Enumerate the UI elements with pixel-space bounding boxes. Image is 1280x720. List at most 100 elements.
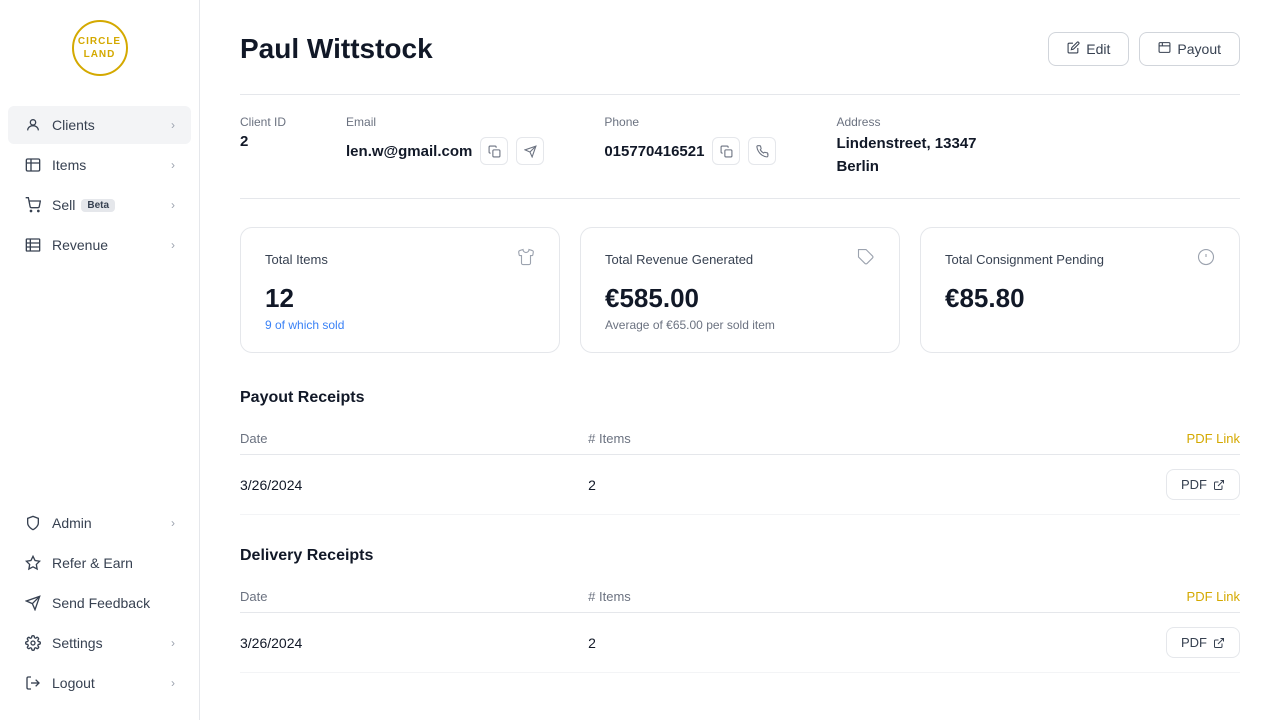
payout-receipts-section: Payout Receipts Date # Items PDF Link 3/…	[240, 389, 1240, 515]
client-id-value: 2	[240, 133, 286, 150]
edit-icon	[1067, 41, 1080, 57]
delivery-pdf-label: PDF	[1181, 635, 1207, 650]
settings-label: Settings	[52, 635, 103, 651]
delivery-receipts-title: Delivery Receipts	[240, 547, 1240, 565]
client-id-label: Client ID	[240, 115, 286, 129]
send-feedback-label: Send Feedback	[52, 595, 150, 611]
sidebar-item-clients[interactable]: Clients ›	[8, 106, 191, 144]
clients-icon	[24, 116, 42, 134]
admin-label: Admin	[52, 515, 92, 531]
payout-receipt-items: 2	[588, 455, 826, 515]
payout-receipt-date: 3/26/2024	[240, 455, 588, 515]
items-label: Items	[52, 157, 86, 173]
clients-chevron: ›	[171, 118, 175, 132]
items-icon	[24, 156, 42, 174]
admin-icon	[24, 514, 42, 532]
sell-label: Sell	[52, 197, 75, 213]
payout-label: Payout	[1177, 41, 1221, 57]
items-chevron: ›	[171, 158, 175, 172]
payout-receipt-row: 3/26/2024 2 PDF	[240, 455, 1240, 515]
settings-icon	[24, 634, 42, 652]
call-phone-button[interactable]	[748, 137, 776, 165]
send-email-button[interactable]	[516, 137, 544, 165]
payout-receipts-title: Payout Receipts	[240, 389, 1240, 407]
refer-earn-icon	[24, 554, 42, 572]
delivery-date-header: Date	[240, 581, 588, 613]
logo-container: CIRCLE LAND	[0, 0, 199, 96]
total-items-label: Total Items	[265, 252, 328, 267]
sidebar-item-sell[interactable]: Sell Beta ›	[8, 186, 191, 224]
delivery-receipt-date: 3/26/2024	[240, 613, 588, 673]
admin-chevron: ›	[171, 516, 175, 530]
phone-value: 015770416521	[604, 143, 704, 160]
sell-icon	[24, 196, 42, 214]
payout-icon	[1158, 41, 1171, 57]
payout-date-header: Date	[240, 423, 588, 455]
payout-pdf-button[interactable]: PDF	[1166, 469, 1240, 500]
total-items-value: 12	[265, 283, 535, 314]
clients-label: Clients	[52, 117, 95, 133]
payout-receipts-table: Date # Items PDF Link 3/26/2024 2 PDF	[240, 423, 1240, 515]
stat-card-revenue: Total Revenue Generated €585.00 Average …	[580, 227, 900, 353]
total-items-sub: 9 of which sold	[265, 318, 535, 332]
sell-badge: Beta	[81, 199, 115, 212]
sidebar-bottom: Admin › Refer & Earn Send Feedback Setti…	[0, 494, 199, 720]
delivery-receipts-table: Date # Items PDF Link 3/26/2024 2 PDF	[240, 581, 1240, 673]
revenue-chevron: ›	[171, 238, 175, 252]
client-email-group: Email len.w@gmail.com	[346, 115, 544, 165]
delivery-pdf-button[interactable]: PDF	[1166, 627, 1240, 658]
consignment-icon	[1197, 248, 1215, 271]
stat-card-consignment: Total Consignment Pending €85.80	[920, 227, 1240, 353]
refer-earn-label: Refer & Earn	[52, 555, 133, 571]
page-title: Paul Wittstock	[240, 33, 433, 65]
logout-label: Logout	[52, 675, 95, 691]
client-address-group: Address Lindenstreet, 13347Berlin	[836, 115, 976, 178]
delivery-receipt-pdf-cell: PDF	[826, 613, 1240, 673]
delivery-receipt-row: 3/26/2024 2 PDF	[240, 613, 1240, 673]
revenue-stat-label: Total Revenue Generated	[605, 252, 753, 267]
copy-email-button[interactable]	[480, 137, 508, 165]
consignment-value: €85.80	[945, 283, 1215, 314]
copy-phone-button[interactable]	[712, 137, 740, 165]
delivery-receipt-items: 2	[588, 613, 826, 673]
email-label: Email	[346, 115, 544, 129]
delivery-items-header: # Items	[588, 581, 826, 613]
stat-card-total-items-header: Total Items	[265, 248, 535, 271]
payout-button[interactable]: Payout	[1139, 32, 1240, 66]
logout-icon	[24, 674, 42, 692]
client-phone-group: Phone 015770416521	[604, 115, 776, 165]
client-info: Client ID 2 Email len.w@gmail.com Phone …	[240, 94, 1240, 199]
main-content: Paul Wittstock Edit Payout Client ID 2 E…	[200, 0, 1280, 720]
delivery-receipts-section: Delivery Receipts Date # Items PDF Link …	[240, 547, 1240, 673]
client-id-group: Client ID 2	[240, 115, 286, 150]
sidebar-item-settings[interactable]: Settings ›	[8, 624, 191, 662]
logout-chevron: ›	[171, 676, 175, 690]
stat-card-revenue-header: Total Revenue Generated	[605, 248, 875, 271]
sidebar-item-revenue[interactable]: Revenue ›	[8, 226, 191, 264]
address-value: Lindenstreet, 13347Berlin	[836, 133, 976, 178]
main-nav: Clients › Items › Sell Beta › Revenue ›	[0, 96, 199, 494]
sidebar-item-refer-earn[interactable]: Refer & Earn	[8, 544, 191, 582]
sidebar-item-admin[interactable]: Admin ›	[8, 504, 191, 542]
sidebar-item-items[interactable]: Items ›	[8, 146, 191, 184]
payout-receipt-pdf-cell: PDF	[826, 455, 1240, 515]
edit-label: Edit	[1086, 41, 1110, 57]
phone-label: Phone	[604, 115, 776, 129]
total-items-icon	[517, 248, 535, 271]
address-label: Address	[836, 115, 976, 129]
email-value: len.w@gmail.com	[346, 143, 472, 160]
sidebar-item-send-feedback[interactable]: Send Feedback	[8, 584, 191, 622]
revenue-stat-sub: Average of €65.00 per sold item	[605, 318, 875, 332]
payout-pdf-label: PDF	[1181, 477, 1207, 492]
payout-items-header: # Items	[588, 423, 826, 455]
revenue-stat-value: €585.00	[605, 283, 875, 314]
stat-card-total-items: Total Items 12 9 of which sold	[240, 227, 560, 353]
sidebar-item-logout[interactable]: Logout ›	[8, 664, 191, 702]
stats-row: Total Items 12 9 of which sold Total Rev…	[240, 227, 1240, 353]
delivery-pdf-header: PDF Link	[826, 581, 1240, 613]
revenue-label: Revenue	[52, 237, 108, 253]
edit-button[interactable]: Edit	[1048, 32, 1129, 66]
payout-pdf-header: PDF Link	[826, 423, 1240, 455]
phone-actions: 015770416521	[604, 137, 776, 165]
page-header: Paul Wittstock Edit Payout	[240, 32, 1240, 66]
